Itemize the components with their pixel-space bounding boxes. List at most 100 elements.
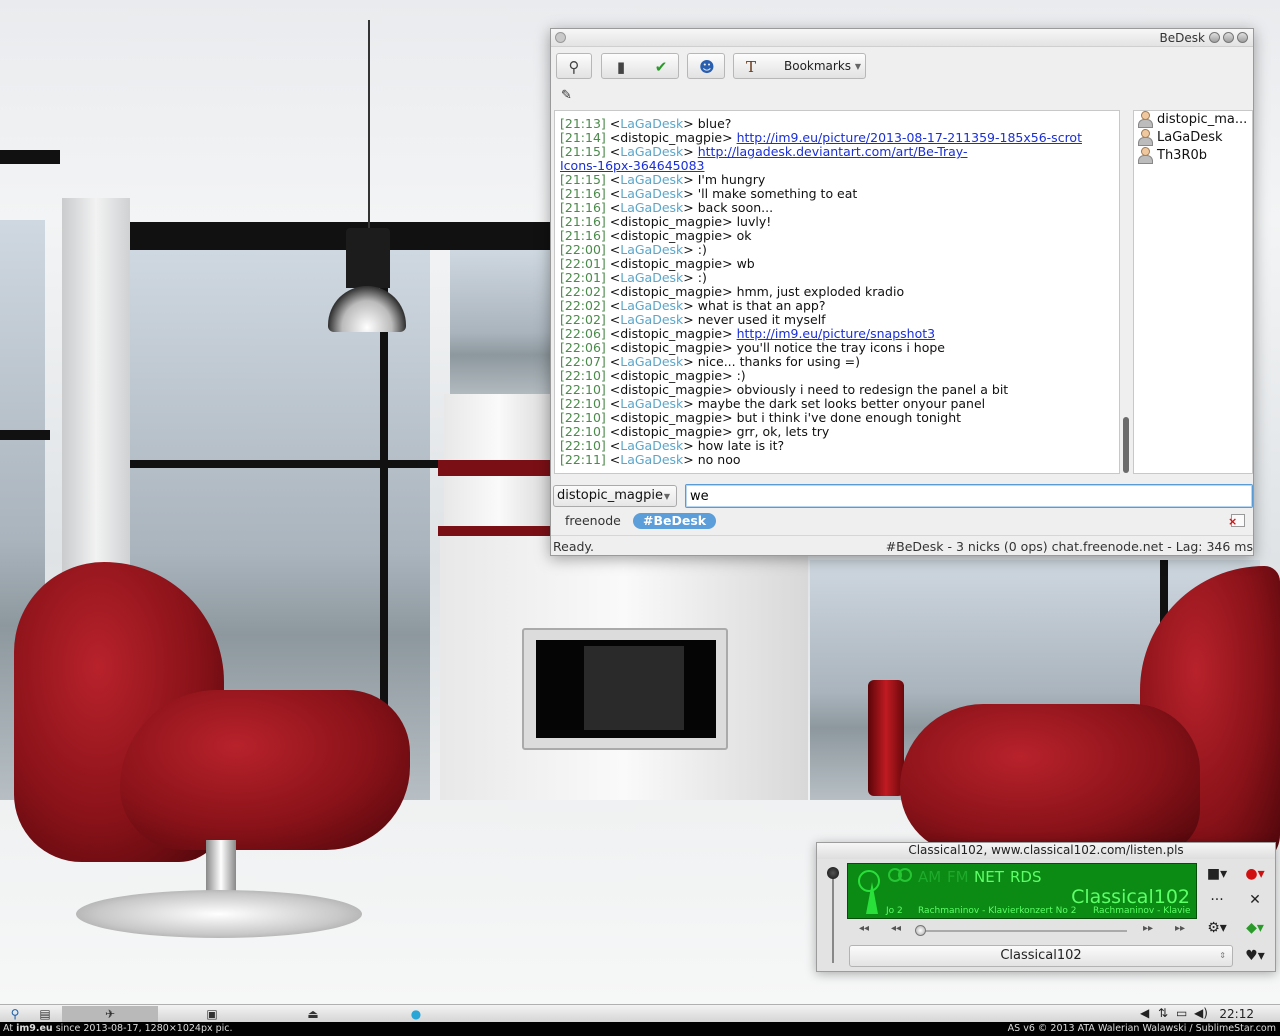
bookmarks-label: Bookmarks	[784, 59, 852, 73]
minimize-button[interactable]	[1209, 32, 1220, 43]
chat-message: [22:06] <distopic_magpie> http://im9.eu/…	[560, 326, 936, 341]
chat-message: [22:10] <distopic_magpie> but i think i'…	[560, 410, 962, 425]
footer-credit: At im9.eu since 2013-08-17, 1280×1024px …	[0, 1022, 1280, 1036]
nick-list-item[interactable]: Th3R0b	[1138, 147, 1207, 165]
task-terminal-icon[interactable]: ▣	[200, 1006, 224, 1022]
band-am: AM	[918, 868, 942, 886]
message-timestamp: [22:06]	[560, 340, 606, 355]
input-row: distopic_magpie ▼	[551, 482, 1253, 510]
user-icon	[1138, 129, 1153, 146]
seek-start-icon[interactable]: ◂◂	[859, 923, 869, 934]
message-text: :)	[697, 242, 707, 257]
message-timestamp: [22:10]	[560, 438, 606, 453]
chat-message: [22:02] <LaGaDesk> never used it myself	[560, 312, 826, 327]
plugin-icon[interactable]: ◆▾	[1241, 917, 1269, 939]
wallpaper-vase	[868, 680, 904, 796]
wallpaper-shelf-red-2	[438, 526, 558, 536]
chat-message: [21:13] <LaGaDesk> blue?	[560, 116, 732, 131]
scrollbar-thumb[interactable]	[1123, 417, 1129, 473]
nick-list-item[interactable]: distopic_ma...	[1138, 111, 1247, 129]
clock[interactable]: 22:12	[1219, 1007, 1254, 1021]
window-titlebar[interactable]: BeDesk	[551, 29, 1253, 47]
nick-list-item[interactable]: LaGaDesk	[1138, 129, 1223, 147]
seek-bar-handle[interactable]	[915, 925, 926, 936]
forward-icon[interactable]: ▸▸	[1143, 923, 1153, 934]
footer-right: AS v6 © 2013 ATA Walerian Walawski / Sub…	[1007, 1023, 1276, 1034]
user-icon	[1138, 111, 1153, 128]
message-input[interactable]	[685, 484, 1253, 508]
track-info-mid: Rachmaninov - Klavierkonzert No 2	[918, 906, 1077, 916]
chat-message: [22:02] <distopic_magpie> hmm, just expl…	[560, 284, 905, 299]
close-button[interactable]	[1237, 32, 1248, 43]
user-info-button[interactable]: ☻	[687, 53, 725, 79]
message-timestamp: [22:06]	[560, 326, 606, 341]
channel-tools-button[interactable]: ▮ ✔	[601, 53, 679, 79]
stop-icon[interactable]: ■▾	[1203, 863, 1231, 885]
maximize-button[interactable]	[1223, 32, 1234, 43]
radio-title: Classical102, www.classical102.com/liste…	[817, 843, 1275, 859]
message-timestamp: [21:16]	[560, 200, 606, 215]
station-name: Classical102	[1071, 886, 1190, 908]
seek-bar[interactable]	[919, 930, 1127, 932]
task-browser-icon[interactable]: ●	[406, 1006, 426, 1022]
chat-scrollbar[interactable]	[1123, 111, 1129, 473]
window-menu-icon[interactable]	[555, 32, 566, 43]
wallpaper-frame-mid	[128, 460, 438, 468]
seek-end-icon[interactable]: ▸▸	[1175, 923, 1185, 934]
message-link[interactable]: http://im9.eu/picture/snapshot3	[737, 326, 936, 341]
message-nick: distopic_magpie	[620, 130, 723, 145]
nick-selector-value: distopic_magpie	[557, 488, 663, 503]
task-irc-client[interactable]: ✈	[62, 1006, 158, 1022]
message-timestamp: [22:10]	[560, 424, 606, 439]
topic-bar[interactable]: ✎	[551, 85, 1253, 109]
volume-icon[interactable]: ◀	[1140, 1006, 1149, 1020]
favorite-icon[interactable]: ♥▾	[1241, 945, 1269, 967]
message-nick: distopic_magpie	[620, 424, 723, 439]
station-selector[interactable]: Classical102 ⇕	[849, 945, 1233, 967]
message-text: 'll make something to eat	[697, 186, 858, 201]
volume-slider-handle[interactable]	[827, 867, 839, 879]
chat-message: [21:16] <LaGaDesk> back soon...	[560, 200, 774, 215]
message-nick: LaGaDesk	[620, 396, 684, 411]
chat-message: [22:02] <LaGaDesk> what is that an app?	[560, 298, 826, 313]
message-text: nice... thanks for using =)	[697, 354, 860, 369]
bookmarks-button[interactable]: T Bookmarks ▼	[733, 53, 866, 79]
chat-log[interactable]: [21:13] <LaGaDesk> blue? [21:14] <distopi…	[554, 110, 1120, 474]
message-text: obviously i need to redesign the panel a…	[736, 382, 1009, 397]
nick-selector[interactable]: distopic_magpie ▼	[553, 485, 677, 507]
chat-message: [21:16] <distopic_magpie> ok	[560, 228, 752, 243]
volume-slider[interactable]	[832, 873, 834, 963]
network-icon[interactable]: ⇅	[1158, 1006, 1168, 1020]
message-nick: distopic_magpie	[620, 214, 723, 229]
message-timestamp: [21:16]	[560, 228, 606, 243]
message-nick: LaGaDesk	[620, 270, 684, 285]
app-menu-icon[interactable]: ⚲	[6, 1006, 24, 1022]
message-timestamp: [21:15]	[560, 172, 606, 187]
close-icon[interactable]: ✕	[1241, 889, 1269, 911]
search-button[interactable]: ⚲	[556, 53, 592, 79]
equalizer-icon[interactable]: ⚙▾	[1203, 917, 1231, 939]
rewind-icon[interactable]: ◂◂	[891, 923, 901, 934]
show-desktop-icon[interactable]: ▤	[36, 1006, 54, 1022]
message-link[interactable]: Icons-16px-364645083	[560, 158, 704, 173]
track-info-left: Jo 2	[886, 906, 903, 916]
task-app-icon[interactable]: ⏏	[304, 1006, 322, 1022]
message-link[interactable]: http://lagadesk.deviantart.com/art/Be-Tr…	[698, 144, 968, 159]
speaker-icon[interactable]: ◀)	[1194, 1006, 1208, 1020]
edit-topic-icon[interactable]: ✎	[561, 88, 572, 103]
message-text: you'll notice the tray icons i hope	[736, 340, 945, 355]
tab-bedesk[interactable]: #BeDesk	[633, 513, 717, 529]
tab-freenode[interactable]: freenode	[555, 513, 631, 529]
wallpaper-chair-base	[76, 890, 362, 938]
wallpaper-window-mid	[450, 250, 560, 400]
message-timestamp: [22:02]	[560, 284, 606, 299]
more-icon[interactable]: ···	[1203, 889, 1231, 911]
message-timestamp: [22:10]	[560, 396, 606, 411]
wallpaper-lamp	[346, 228, 390, 288]
message-link[interactable]: http://im9.eu/picture/2013-08-17-211359-…	[737, 130, 1082, 145]
record-icon[interactable]: ●▾	[1241, 863, 1269, 885]
chat-message: [21:15] <LaGaDesk> I'm hungry	[560, 172, 766, 187]
close-tab-icon[interactable]	[1228, 514, 1245, 527]
message-nick: LaGaDesk	[620, 186, 684, 201]
battery-icon[interactable]: ▭	[1176, 1006, 1187, 1020]
